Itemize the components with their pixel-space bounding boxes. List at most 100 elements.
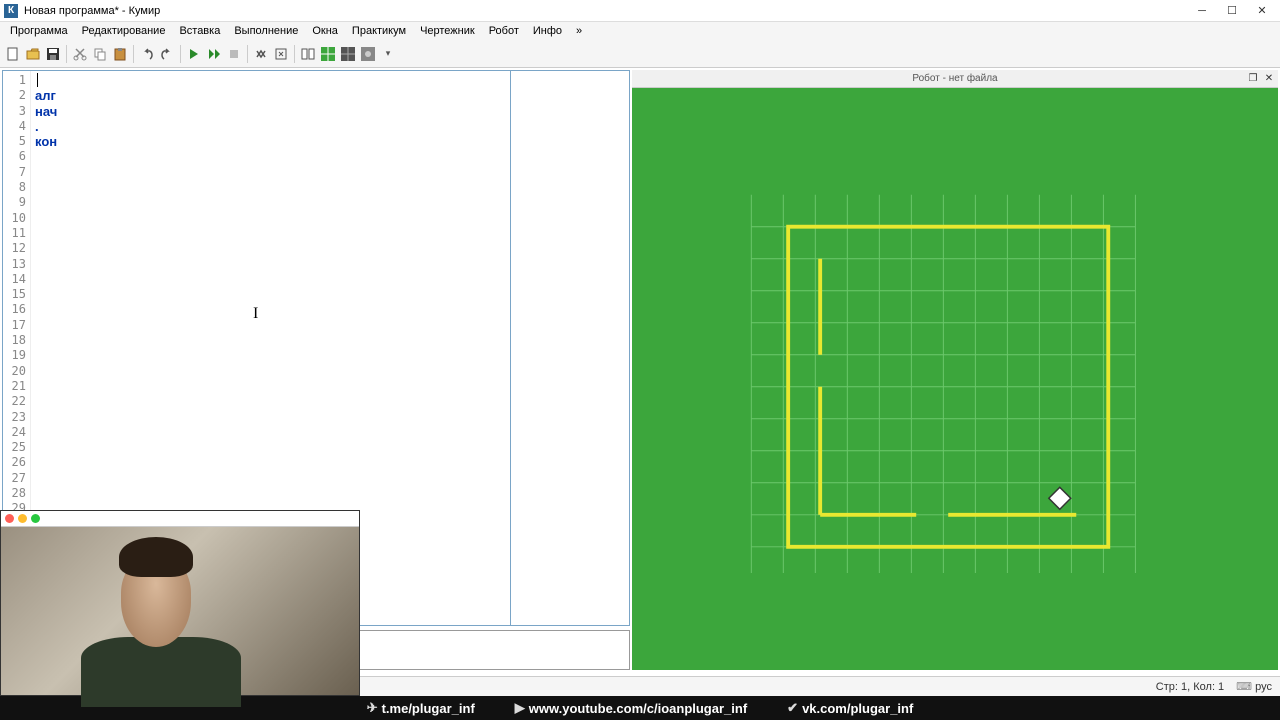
save-file-button[interactable] xyxy=(44,45,62,63)
new-file-button[interactable] xyxy=(4,45,22,63)
code-line[interactable] xyxy=(35,195,506,210)
paste-button[interactable] xyxy=(111,45,129,63)
menu-8[interactable]: Инфо xyxy=(527,24,568,38)
robot-detach-button[interactable]: ❐ xyxy=(1246,72,1260,86)
toggle-button[interactable] xyxy=(252,45,270,63)
robot-grid xyxy=(632,88,1278,670)
line-number: 25 xyxy=(3,440,30,455)
code-line[interactable] xyxy=(35,333,506,348)
stop-button[interactable] xyxy=(225,45,243,63)
code-line[interactable] xyxy=(35,425,506,440)
step-button[interactable] xyxy=(205,45,223,63)
code-line[interactable] xyxy=(35,272,506,287)
mouse-cursor-icon: I xyxy=(253,305,258,323)
code-line[interactable] xyxy=(35,211,506,226)
menu-5[interactable]: Практикум xyxy=(346,24,412,38)
code-line[interactable] xyxy=(35,149,506,164)
menu-1[interactable]: Редактирование xyxy=(76,24,172,38)
robot-marker xyxy=(1049,487,1071,509)
webcam-overlay xyxy=(0,510,360,696)
toolbar: ▾ xyxy=(0,40,1280,68)
line-number: 9 xyxy=(3,195,30,210)
code-line[interactable] xyxy=(35,73,506,88)
line-number: 28 xyxy=(3,486,30,501)
code-line[interactable] xyxy=(35,318,506,333)
robot-panel-title: Робот - нет файла ❐ ✕ xyxy=(632,70,1278,88)
line-number: 17 xyxy=(3,318,30,333)
undo-button[interactable] xyxy=(138,45,156,63)
line-number: 10 xyxy=(3,211,30,226)
dropdown-arrow[interactable]: ▾ xyxy=(379,45,397,63)
code-line[interactable] xyxy=(35,257,506,272)
line-number: 22 xyxy=(3,394,30,409)
menu-9[interactable]: » xyxy=(570,24,588,38)
titlebar: К Новая программа* - Кумир ─ ☐ ✕ xyxy=(0,0,1280,22)
line-number: 19 xyxy=(3,348,30,363)
grid-green-button[interactable] xyxy=(319,45,337,63)
close-button[interactable]: ✕ xyxy=(1248,2,1276,20)
webcam-video xyxy=(1,527,359,695)
grid-config-button[interactable] xyxy=(359,45,377,63)
lang-indicator[interactable]: ⌨ рус xyxy=(1236,680,1272,693)
code-line[interactable]: . xyxy=(35,119,506,134)
grid-dark-button[interactable] xyxy=(339,45,357,63)
line-number: 11 xyxy=(3,226,30,241)
code-line[interactable] xyxy=(35,379,506,394)
code-line[interactable] xyxy=(35,165,506,180)
social-link[interactable]: ✔vk.com/plugar_inf xyxy=(787,700,913,716)
code-line[interactable] xyxy=(35,348,506,363)
code-line[interactable] xyxy=(35,455,506,470)
copy-button[interactable] xyxy=(91,45,109,63)
robot-close-button[interactable]: ✕ xyxy=(1262,72,1276,86)
code-line[interactable]: кон xyxy=(35,134,506,149)
line-number: 16 xyxy=(3,302,30,317)
editor-side-panel xyxy=(511,71,629,625)
line-number: 15 xyxy=(3,287,30,302)
line-number: 3 xyxy=(3,104,30,119)
social-link[interactable]: ✈t.me/plugar_inf xyxy=(367,700,475,716)
code-line[interactable] xyxy=(35,241,506,256)
run-button[interactable] xyxy=(185,45,203,63)
cursor-position: Стр: 1, Кол: 1 xyxy=(1156,681,1224,693)
code-line[interactable] xyxy=(35,180,506,195)
robot-panel: Робот - нет файла ❐ ✕ xyxy=(632,70,1278,670)
redo-button[interactable] xyxy=(158,45,176,63)
traffic-light-dot xyxy=(5,514,14,523)
code-line[interactable] xyxy=(35,287,506,302)
code-line[interactable] xyxy=(35,364,506,379)
line-number: 23 xyxy=(3,410,30,425)
menu-0[interactable]: Программа xyxy=(4,24,74,38)
code-line[interactable] xyxy=(35,471,506,486)
line-number: 20 xyxy=(3,364,30,379)
cut-button[interactable] xyxy=(71,45,89,63)
line-number: 12 xyxy=(3,241,30,256)
line-number: 13 xyxy=(3,257,30,272)
line-number: 21 xyxy=(3,379,30,394)
social-link[interactable]: ▶www.youtube.com/c/ioanplugar_inf xyxy=(515,700,747,716)
maximize-button[interactable]: ☐ xyxy=(1218,2,1246,20)
line-number: 27 xyxy=(3,471,30,486)
split-view-button[interactable] xyxy=(299,45,317,63)
traffic-light-dot xyxy=(18,514,27,523)
menu-7[interactable]: Робот xyxy=(483,24,525,38)
compile-button[interactable] xyxy=(272,45,290,63)
code-line[interactable] xyxy=(35,486,506,501)
line-number: 8 xyxy=(3,180,30,195)
code-line[interactable] xyxy=(35,440,506,455)
code-line[interactable]: алг xyxy=(35,88,506,103)
open-file-button[interactable] xyxy=(24,45,42,63)
code-line[interactable] xyxy=(35,226,506,241)
robot-field[interactable] xyxy=(632,88,1278,670)
code-line[interactable]: нач xyxy=(35,104,506,119)
code-line[interactable] xyxy=(35,394,506,409)
line-number: 2 xyxy=(3,88,30,103)
minimize-button[interactable]: ─ xyxy=(1188,2,1216,20)
code-line[interactable] xyxy=(35,410,506,425)
code-line[interactable] xyxy=(35,302,506,317)
menu-2[interactable]: Вставка xyxy=(173,24,226,38)
menu-6[interactable]: Чертежник xyxy=(414,24,481,38)
menu-4[interactable]: Окна xyxy=(306,24,344,38)
window-title: Новая программа* - Кумир xyxy=(24,5,1188,17)
app-icon: К xyxy=(4,4,18,18)
menu-3[interactable]: Выполнение xyxy=(228,24,304,38)
